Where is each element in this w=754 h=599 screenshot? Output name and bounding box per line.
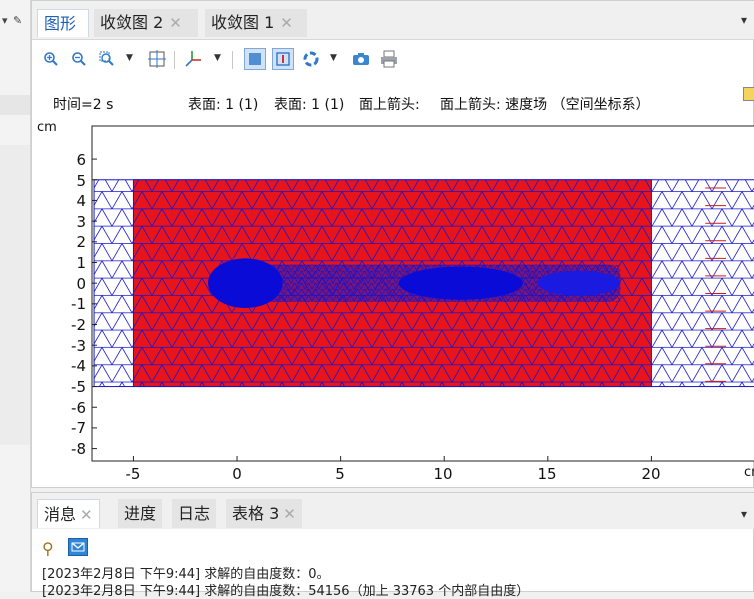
- graphics-panel: 图形 收敛图 2 ✕ 收敛图 1 ✕ ▾ ▼ ▼ ▼ 时间=2 s 表面: 1 …: [31, 0, 754, 488]
- dense-mesh-blob: [398, 266, 523, 300]
- tab-progress[interactable]: 进度: [118, 499, 163, 528]
- clear-broom-icon[interactable]: ⚲: [42, 539, 54, 558]
- mail-icon[interactable]: [68, 538, 88, 556]
- messages-panel: 消息 ✕ 进度 日志 表格 3 ✕ ▾ ⚲ [2023年2月8日 下午9:44] 求…: [31, 492, 754, 599]
- tab-messages[interactable]: 消息 ✕: [37, 499, 100, 528]
- tab-table-3-label: 表格 3: [232, 504, 280, 523]
- close-icon[interactable]: ✕: [283, 505, 296, 523]
- tab-log[interactable]: 日志: [172, 499, 217, 528]
- left-sidebar-strip: ▾ ✎: [0, 0, 31, 592]
- chevron-down-icon[interactable]: ▾: [741, 507, 747, 521]
- mesh-plot-canvas[interactable]: [32, 1, 754, 489]
- tab-log-label: 日志: [178, 504, 211, 523]
- tab-messages-label: 消息: [44, 505, 77, 524]
- sidebar-body: [0, 145, 30, 445]
- dense-mesh-blob: [537, 270, 621, 296]
- tab-table-3[interactable]: 表格 3 ✕: [226, 499, 302, 528]
- pin-icon[interactable]: ✎: [13, 14, 22, 27]
- sidebar-scroll-band: [0, 95, 30, 115]
- messages-tab-bar: 消息 ✕ 进度 日志 表格 3 ✕ ▾: [32, 493, 754, 529]
- close-icon[interactable]: ✕: [80, 506, 93, 524]
- chevron-down-icon[interactable]: ▾: [2, 14, 8, 27]
- log-line: [2023年2月8日 下午9:44] 求解的自由度数：54156（加上 3376…: [42, 584, 530, 599]
- dense-mesh-blob: [208, 258, 283, 308]
- tab-progress-label: 进度: [124, 504, 157, 523]
